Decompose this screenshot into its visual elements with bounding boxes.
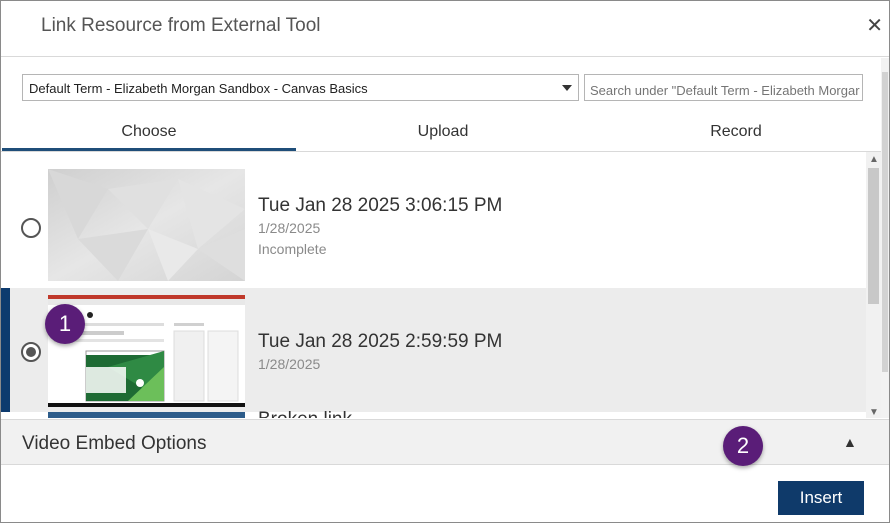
embed-options-label: Video Embed Options [22, 433, 207, 454]
folder-select-value: Default Term - Elizabeth Morgan Sandbox … [29, 81, 368, 96]
video-title: Broken link [258, 409, 352, 418]
video-thumbnail [48, 169, 245, 281]
chevron-down-icon [562, 85, 572, 91]
video-radio[interactable] [21, 218, 41, 238]
tab-record[interactable]: Record [589, 113, 883, 151]
close-icon[interactable]: ✕ [866, 13, 883, 38]
callout-badge-2: 2 [723, 426, 763, 466]
list-item-selected[interactable]: Tue Jan 28 2025 2:59:59 PM 1/28/2025 [1, 288, 866, 412]
dialog-scrollbar[interactable] [881, 58, 889, 418]
video-radio-checked[interactable] [21, 342, 41, 362]
video-date: 1/28/2025 [258, 220, 321, 236]
selection-indicator [1, 288, 10, 412]
tab-choose[interactable]: Choose [2, 113, 296, 151]
scroll-down-icon[interactable]: ▼ [869, 407, 879, 418]
list-item[interactable]: Broken link [1, 409, 866, 418]
tab-bar: Choose Upload Record [1, 113, 881, 152]
link-resource-dialog: Link Resource from External Tool ✕ Defau… [0, 0, 890, 523]
folder-select[interactable]: Default Term - Elizabeth Morgan Sandbox … [22, 74, 579, 101]
video-date: 1/28/2025 [258, 356, 321, 372]
video-thumbnail [48, 412, 245, 418]
search-input[interactable] [584, 74, 863, 101]
scroll-up-icon[interactable]: ▲ [869, 154, 879, 165]
tab-upload[interactable]: Upload [296, 113, 590, 151]
video-list: Tue Jan 28 2025 3:06:15 PM 1/28/2025 Inc… [1, 152, 881, 418]
video-status: Incomplete [258, 241, 327, 257]
dialog-header: Link Resource from External Tool ✕ [1, 1, 889, 57]
callout-badge-1: 1 [45, 304, 85, 344]
video-title: Tue Jan 28 2025 3:06:15 PM [258, 195, 503, 216]
chevron-up-icon[interactable]: ▲ [843, 434, 857, 450]
list-scrollbar-thumb[interactable] [868, 168, 879, 304]
dialog-title: Link Resource from External Tool [41, 15, 321, 36]
video-title: Tue Jan 28 2025 2:59:59 PM [258, 331, 503, 352]
list-item[interactable]: Tue Jan 28 2025 3:06:15 PM 1/28/2025 Inc… [1, 164, 866, 288]
list-scrollbar[interactable]: ▲ ▼ [866, 152, 881, 418]
insert-button[interactable]: Insert [778, 481, 864, 515]
